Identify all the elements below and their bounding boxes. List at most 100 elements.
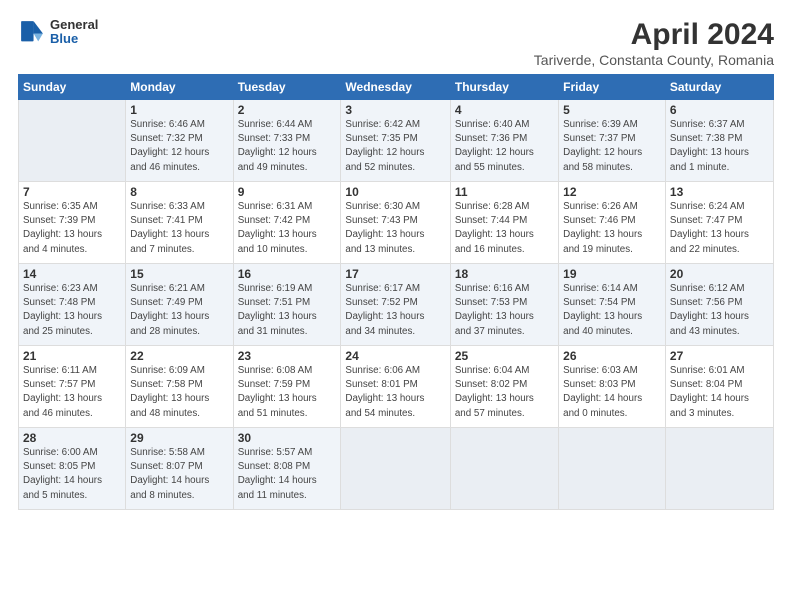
logo-icon	[18, 18, 46, 46]
table-row: 23Sunrise: 6:08 AM Sunset: 7:59 PM Dayli…	[233, 346, 341, 428]
day-number: 10	[345, 185, 445, 199]
day-info: Sunrise: 6:35 AM Sunset: 7:39 PM Dayligh…	[23, 200, 121, 257]
table-row: 3Sunrise: 6:42 AM Sunset: 7:35 PM Daylig…	[341, 100, 450, 182]
day-number: 27	[670, 349, 769, 363]
page: General Blue April 2024 Tariverde, Const…	[0, 0, 792, 612]
table-row: 22Sunrise: 6:09 AM Sunset: 7:58 PM Dayli…	[126, 346, 233, 428]
day-info: Sunrise: 6:39 AM Sunset: 7:37 PM Dayligh…	[563, 118, 661, 175]
day-number: 9	[238, 185, 337, 199]
table-row	[665, 428, 773, 510]
day-info: Sunrise: 6:14 AM Sunset: 7:54 PM Dayligh…	[563, 282, 661, 339]
logo: General Blue	[18, 18, 98, 47]
table-row: 18Sunrise: 6:16 AM Sunset: 7:53 PM Dayli…	[450, 264, 558, 346]
day-number: 18	[455, 267, 554, 281]
day-info: Sunrise: 6:44 AM Sunset: 7:33 PM Dayligh…	[238, 118, 337, 175]
day-info: Sunrise: 5:57 AM Sunset: 8:08 PM Dayligh…	[238, 446, 337, 503]
col-tuesday: Tuesday	[233, 75, 341, 100]
day-info: Sunrise: 6:23 AM Sunset: 7:48 PM Dayligh…	[23, 282, 121, 339]
day-number: 7	[23, 185, 121, 199]
table-row: 5Sunrise: 6:39 AM Sunset: 7:37 PM Daylig…	[559, 100, 666, 182]
day-info: Sunrise: 5:58 AM Sunset: 8:07 PM Dayligh…	[130, 446, 228, 503]
table-row	[450, 428, 558, 510]
calendar-row-2: 14Sunrise: 6:23 AM Sunset: 7:48 PM Dayli…	[19, 264, 774, 346]
logo-blue-text: Blue	[50, 32, 98, 46]
day-info: Sunrise: 6:40 AM Sunset: 7:36 PM Dayligh…	[455, 118, 554, 175]
col-thursday: Thursday	[450, 75, 558, 100]
day-number: 20	[670, 267, 769, 281]
day-number: 6	[670, 103, 769, 117]
day-info: Sunrise: 6:03 AM Sunset: 8:03 PM Dayligh…	[563, 364, 661, 421]
day-number: 24	[345, 349, 445, 363]
day-number: 26	[563, 349, 661, 363]
day-number: 3	[345, 103, 445, 117]
day-info: Sunrise: 6:06 AM Sunset: 8:01 PM Dayligh…	[345, 364, 445, 421]
table-row: 14Sunrise: 6:23 AM Sunset: 7:48 PM Dayli…	[19, 264, 126, 346]
table-row: 20Sunrise: 6:12 AM Sunset: 7:56 PM Dayli…	[665, 264, 773, 346]
day-info: Sunrise: 6:30 AM Sunset: 7:43 PM Dayligh…	[345, 200, 445, 257]
day-info: Sunrise: 6:11 AM Sunset: 7:57 PM Dayligh…	[23, 364, 121, 421]
day-number: 2	[238, 103, 337, 117]
day-info: Sunrise: 6:17 AM Sunset: 7:52 PM Dayligh…	[345, 282, 445, 339]
title-area: April 2024 Tariverde, Constanta County, …	[534, 18, 774, 68]
col-monday: Monday	[126, 75, 233, 100]
table-row: 29Sunrise: 5:58 AM Sunset: 8:07 PM Dayli…	[126, 428, 233, 510]
table-row: 7Sunrise: 6:35 AM Sunset: 7:39 PM Daylig…	[19, 182, 126, 264]
day-number: 30	[238, 431, 337, 445]
table-row	[341, 428, 450, 510]
col-saturday: Saturday	[665, 75, 773, 100]
calendar-row-3: 21Sunrise: 6:11 AM Sunset: 7:57 PM Dayli…	[19, 346, 774, 428]
month-title: April 2024	[534, 18, 774, 52]
header: General Blue April 2024 Tariverde, Const…	[18, 18, 774, 68]
table-row: 27Sunrise: 6:01 AM Sunset: 8:04 PM Dayli…	[665, 346, 773, 428]
day-info: Sunrise: 6:04 AM Sunset: 8:02 PM Dayligh…	[455, 364, 554, 421]
day-number: 13	[670, 185, 769, 199]
day-number: 14	[23, 267, 121, 281]
table-row: 17Sunrise: 6:17 AM Sunset: 7:52 PM Dayli…	[341, 264, 450, 346]
location-subtitle: Tariverde, Constanta County, Romania	[534, 52, 774, 68]
day-number: 25	[455, 349, 554, 363]
day-number: 4	[455, 103, 554, 117]
day-info: Sunrise: 6:08 AM Sunset: 7:59 PM Dayligh…	[238, 364, 337, 421]
table-row: 13Sunrise: 6:24 AM Sunset: 7:47 PM Dayli…	[665, 182, 773, 264]
day-number: 1	[130, 103, 228, 117]
logo-general-text: General	[50, 18, 98, 32]
col-sunday: Sunday	[19, 75, 126, 100]
day-info: Sunrise: 6:46 AM Sunset: 7:32 PM Dayligh…	[130, 118, 228, 175]
day-info: Sunrise: 6:12 AM Sunset: 7:56 PM Dayligh…	[670, 282, 769, 339]
table-row: 6Sunrise: 6:37 AM Sunset: 7:38 PM Daylig…	[665, 100, 773, 182]
table-row: 25Sunrise: 6:04 AM Sunset: 8:02 PM Dayli…	[450, 346, 558, 428]
calendar-row-1: 7Sunrise: 6:35 AM Sunset: 7:39 PM Daylig…	[19, 182, 774, 264]
table-row: 8Sunrise: 6:33 AM Sunset: 7:41 PM Daylig…	[126, 182, 233, 264]
day-number: 11	[455, 185, 554, 199]
day-number: 16	[238, 267, 337, 281]
day-number: 21	[23, 349, 121, 363]
table-row: 11Sunrise: 6:28 AM Sunset: 7:44 PM Dayli…	[450, 182, 558, 264]
table-row: 21Sunrise: 6:11 AM Sunset: 7:57 PM Dayli…	[19, 346, 126, 428]
day-info: Sunrise: 6:33 AM Sunset: 7:41 PM Dayligh…	[130, 200, 228, 257]
day-info: Sunrise: 6:19 AM Sunset: 7:51 PM Dayligh…	[238, 282, 337, 339]
day-info: Sunrise: 6:00 AM Sunset: 8:05 PM Dayligh…	[23, 446, 121, 503]
day-info: Sunrise: 6:01 AM Sunset: 8:04 PM Dayligh…	[670, 364, 769, 421]
table-row: 10Sunrise: 6:30 AM Sunset: 7:43 PM Dayli…	[341, 182, 450, 264]
table-row: 2Sunrise: 6:44 AM Sunset: 7:33 PM Daylig…	[233, 100, 341, 182]
calendar-header-row: Sunday Monday Tuesday Wednesday Thursday…	[19, 75, 774, 100]
day-info: Sunrise: 6:16 AM Sunset: 7:53 PM Dayligh…	[455, 282, 554, 339]
day-info: Sunrise: 6:28 AM Sunset: 7:44 PM Dayligh…	[455, 200, 554, 257]
day-info: Sunrise: 6:21 AM Sunset: 7:49 PM Dayligh…	[130, 282, 228, 339]
calendar-table: Sunday Monday Tuesday Wednesday Thursday…	[18, 74, 774, 510]
day-info: Sunrise: 6:09 AM Sunset: 7:58 PM Dayligh…	[130, 364, 228, 421]
day-number: 29	[130, 431, 228, 445]
day-info: Sunrise: 6:42 AM Sunset: 7:35 PM Dayligh…	[345, 118, 445, 175]
day-number: 28	[23, 431, 121, 445]
day-number: 15	[130, 267, 228, 281]
day-info: Sunrise: 6:37 AM Sunset: 7:38 PM Dayligh…	[670, 118, 769, 175]
calendar-row-4: 28Sunrise: 6:00 AM Sunset: 8:05 PM Dayli…	[19, 428, 774, 510]
day-info: Sunrise: 6:24 AM Sunset: 7:47 PM Dayligh…	[670, 200, 769, 257]
day-number: 12	[563, 185, 661, 199]
calendar-row-0: 1Sunrise: 6:46 AM Sunset: 7:32 PM Daylig…	[19, 100, 774, 182]
col-friday: Friday	[559, 75, 666, 100]
day-number: 22	[130, 349, 228, 363]
logo-text: General Blue	[50, 18, 98, 47]
table-row: 9Sunrise: 6:31 AM Sunset: 7:42 PM Daylig…	[233, 182, 341, 264]
table-row: 30Sunrise: 5:57 AM Sunset: 8:08 PM Dayli…	[233, 428, 341, 510]
